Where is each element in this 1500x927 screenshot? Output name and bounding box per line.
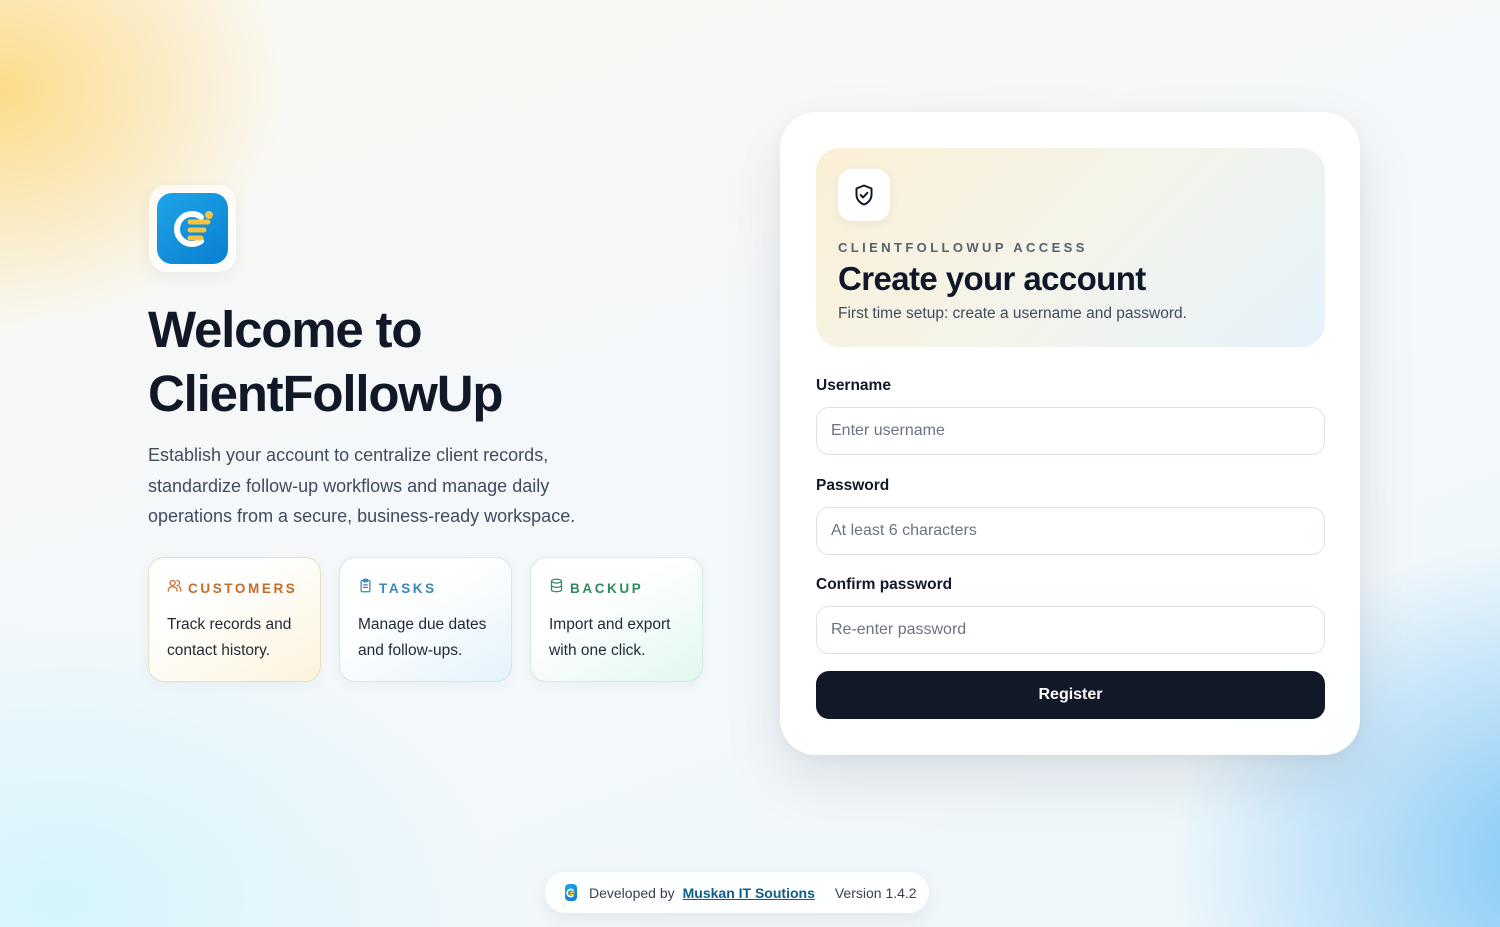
feature-title: BACKUP xyxy=(570,580,644,596)
users-icon xyxy=(167,578,182,598)
feature-description: Track records and contact history. xyxy=(167,616,292,659)
welcome-line-2: ClientFollowUp xyxy=(148,365,504,422)
feature-card-tasks: TASKS Manage due dates and follow-ups. xyxy=(339,557,512,682)
clipboard-icon xyxy=(358,578,373,598)
card-header: CLIENTFOLLOWUP ACCESS Create your accoun… xyxy=(816,148,1325,347)
feature-card-customers: CUSTOMERS Track records and contact hist… xyxy=(148,557,321,682)
database-icon xyxy=(549,578,564,598)
feature-list: CUSTOMERS Track records and contact hist… xyxy=(148,557,703,682)
password-input[interactable] xyxy=(816,507,1325,555)
app-logo xyxy=(149,185,236,272)
feature-title: TASKS xyxy=(379,580,437,596)
username-input[interactable] xyxy=(816,407,1325,455)
version-text: Version 1.4.2 xyxy=(834,884,917,901)
card-title: Create your account xyxy=(838,260,1146,297)
register-card: CLIENTFOLLOWUP ACCESS Create your accoun… xyxy=(780,112,1360,755)
register-button[interactable]: Register xyxy=(816,671,1325,719)
welcome-heading: Welcome to ClientFollowUp xyxy=(148,298,504,426)
app-logo-small-icon xyxy=(565,884,577,901)
shield-check-icon xyxy=(838,169,890,221)
footer-bar: Developed by Muskan IT Soutions Version … xyxy=(545,872,929,913)
intro-text: Establish your account to centralize cli… xyxy=(148,445,576,526)
card-eyebrow: CLIENTFOLLOWUP ACCESS xyxy=(838,240,1088,255)
confirm-password-input[interactable] xyxy=(816,606,1325,654)
developer-link[interactable]: Muskan IT Soutions xyxy=(683,885,815,901)
feature-description: Manage due dates and follow-ups. xyxy=(358,616,487,659)
password-label: Password xyxy=(816,477,890,494)
feature-description: Import and export with one click. xyxy=(549,616,671,659)
developed-by-text: Developed by xyxy=(589,884,675,901)
username-label: Username xyxy=(816,377,891,394)
confirm-password-label: Confirm password xyxy=(816,576,953,593)
welcome-line-1: Welcome to xyxy=(148,301,422,358)
feature-title: CUSTOMERS xyxy=(188,580,298,596)
feature-card-backup: BACKUP Import and export with one click. xyxy=(530,557,703,682)
app-logo-icon xyxy=(157,193,228,264)
card-subtitle: First time setup: create a username and … xyxy=(838,305,1187,322)
